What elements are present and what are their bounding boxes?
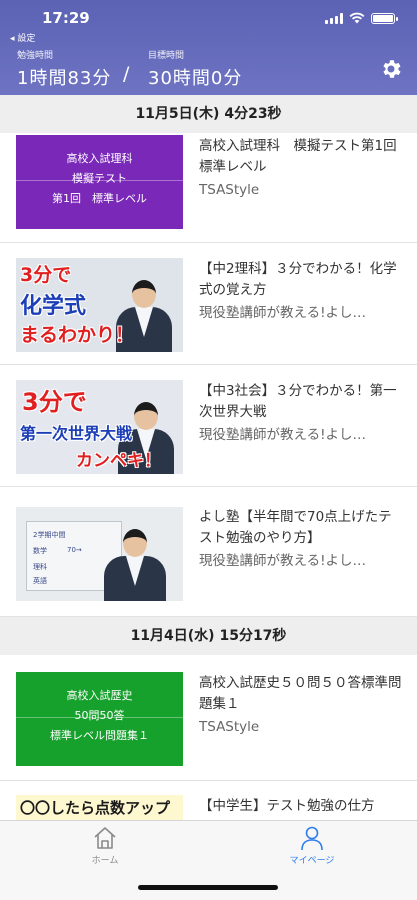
thumbnail-text: 第1回 標準レベル — [52, 192, 147, 205]
thumbnail-text: 〇〇したら点数アップ — [20, 799, 171, 817]
video-thumbnail[interactable]: 高校入試歴史 50問50答 標準レベル問題集１ — [16, 672, 183, 766]
video-title: 【中2理科】３分でわかる！化学式の覚え方 — [199, 261, 397, 298]
presenter-image — [104, 529, 166, 601]
video-info: 高校入試歴史５０問５０答標準問題集１ TSAStyle — [199, 673, 404, 738]
thumbnail-text: 化学式 — [20, 294, 87, 319]
home-icon — [94, 827, 116, 849]
video-info: 高校入試理科 模擬テスト第1回 標準レベル TSAStyle — [199, 136, 411, 201]
back-to-settings-link[interactable]: ◂ 設定 — [10, 31, 35, 44]
video-channel: TSAStyle — [199, 719, 260, 735]
wifi-icon — [349, 12, 365, 24]
person-icon — [301, 826, 323, 851]
study-time-label: 勉強時間 — [17, 51, 54, 61]
video-info: よし塾【半年間で70点上げたテスト勉強のやり方】 現役塾講師が教える!よし… — [199, 507, 404, 572]
thumbnail-text: 高校入試歴史 — [66, 689, 133, 702]
video-thumbnail[interactable]: 3分で 第一次世界大戦 カンペキ！ — [16, 380, 183, 474]
gear-icon[interactable] — [379, 57, 403, 81]
goal-time-value: 30時間0分 — [148, 68, 243, 89]
video-list-item[interactable]: 3分で 第一次世界大戦 カンペキ！ 【中3社会】３分でわかる！第一次世界大戦 現… — [0, 365, 417, 487]
goal-time-label: 目標時間 — [148, 51, 185, 61]
thumbnail-text: 第一次世界大戦 — [20, 424, 133, 443]
video-thumbnail[interactable]: 2学期中間 数学 70→ 理科 英語 — [16, 507, 183, 601]
battery-icon — [371, 12, 398, 24]
video-list-item[interactable]: 2学期中間 数学 70→ 理科 英語 よし塾【半年間で70点上げたテスト勉強のや… — [0, 487, 417, 617]
video-thumbnail[interactable]: 3分で 化学式 まるわかり！ — [16, 258, 183, 352]
tab-home-label: ホーム — [91, 856, 119, 866]
video-list-item[interactable]: 高校入試理科 模擬テスト 第1回 標準レベル 高校入試理科 模擬テスト第1回 標… — [0, 133, 417, 243]
cellular-signal-icon — [325, 12, 343, 24]
video-title: よし塾【半年間で70点上げたテスト勉強のやり方】 — [199, 509, 392, 546]
thumbnail-text: 50問50答 — [74, 709, 125, 722]
app-header: 17:29 ◂ 設定 勉強時間 目標時間 1時間83分 / 30時間0分 — [0, 0, 417, 95]
video-channel: 現役塾講師が教える!よし… — [199, 427, 367, 443]
date-section-header: 11月4日(水) 15分17秒 — [0, 617, 417, 655]
status-icons — [325, 12, 398, 24]
video-thumbnail[interactable]: 〇〇したら点数アップ — [16, 795, 183, 820]
video-title: 高校入試歴史５０問５０答標準問題集１ — [199, 675, 402, 712]
thumbnail-text: 模擬テスト — [72, 172, 127, 185]
video-info: 【中3社会】３分でわかる！第一次世界大戦 現役塾講師が教える!よし… — [199, 381, 404, 446]
time-separator: / — [123, 63, 130, 85]
video-title: 【中3社会】３分でわかる！第一次世界大戦 — [199, 383, 397, 420]
thumbnail-text: 高校入試理科 — [66, 152, 133, 165]
video-thumbnail[interactable]: 高校入試理科 模擬テスト 第1回 標準レベル — [16, 135, 183, 229]
video-info: 【中学生】テスト勉強の仕方 — [199, 796, 404, 817]
video-channel: 現役塾講師が教える!よし… — [199, 305, 367, 321]
video-list-item[interactable]: 高校入試歴史 50問50答 標準レベル問題集１ 高校入試歴史５０問５０答標準問題… — [0, 655, 417, 781]
thumbnail-text: 標準レベル問題集１ — [50, 729, 149, 742]
thumbnail-text: 3分で — [20, 264, 72, 286]
video-channel: 現役塾講師が教える!よし… — [199, 553, 367, 569]
tab-mypage[interactable]: マイページ — [262, 825, 362, 866]
thumbnail-text: カンペキ！ — [76, 451, 161, 471]
status-time: 17:29 — [42, 9, 90, 27]
tab-home[interactable]: ホーム — [55, 825, 155, 866]
video-title: 高校入試理科 模擬テスト第1回 標準レベル — [199, 138, 411, 175]
video-title: 【中学生】テスト勉強の仕方 — [199, 798, 375, 814]
video-list-item[interactable]: 3分で 化学式 まるわかり！ 【中2理科】３分でわかる！化学式の覚え方 現役塾講… — [0, 243, 417, 365]
home-indicator[interactable] — [138, 885, 278, 890]
video-channel: TSAStyle — [199, 182, 260, 198]
study-time-value: 1時間83分 — [17, 68, 112, 89]
thumbnail-text: まるわかり！ — [20, 324, 135, 346]
thumbnail-text: 3分で — [22, 388, 87, 416]
video-list-item[interactable]: 〇〇したら点数アップ 【中学生】テスト勉強の仕方 — [0, 781, 417, 820]
tab-mypage-label: マイページ — [289, 856, 335, 866]
date-section-header: 11月5日(木) 4分23秒 — [0, 95, 417, 133]
video-info: 【中2理科】３分でわかる！化学式の覚え方 現役塾講師が教える!よし… — [199, 259, 404, 324]
